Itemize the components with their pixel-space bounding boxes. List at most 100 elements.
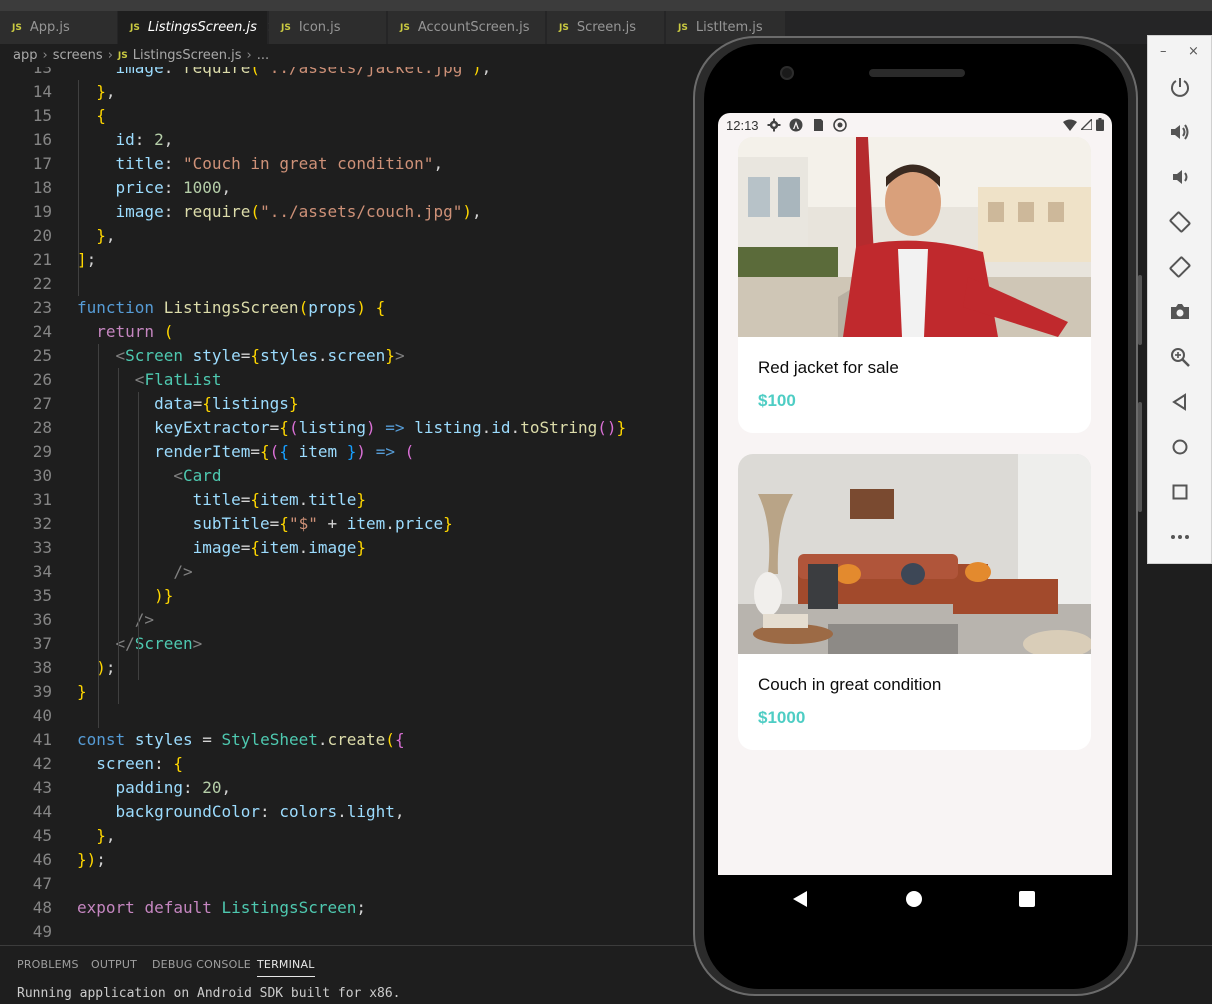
code-line[interactable]: 18 price: 1000,: [0, 176, 700, 200]
code-line[interactable]: 31 title={item.title}: [0, 488, 700, 512]
indent-guide: [98, 344, 99, 728]
code-line[interactable]: 38 );: [0, 656, 700, 680]
code-line[interactable]: 48 export default ListingsScreen;: [0, 896, 700, 920]
line-text: </Screen>: [115, 634, 203, 653]
code-line[interactable]: 26 <FlatList: [0, 368, 700, 392]
overview-icon[interactable]: [1019, 891, 1035, 907]
breadcrumb: app › screens › JS ListingsScreen.js › .…: [0, 44, 700, 67]
line-number: 41: [32, 730, 52, 749]
code-line[interactable]: 39}: [0, 680, 700, 704]
code-line[interactable]: 33 image={item.image}: [0, 536, 700, 560]
living-room-couch-photo: [738, 454, 1091, 654]
breadcrumb-item-screens[interactable]: screens: [53, 48, 103, 63]
sd-card-icon: [813, 119, 823, 131]
code-line[interactable]: 41 const styles = StyleSheet.create({: [0, 728, 700, 752]
home-icon[interactable]: [906, 891, 922, 907]
line-text: data={listings}: [154, 394, 299, 413]
tab-screen-js[interactable]: JS Screen.js: [547, 11, 665, 44]
back-icon[interactable]: [1168, 390, 1192, 414]
line-number: 28: [32, 418, 52, 437]
code-line[interactable]: 42 screen: {: [0, 752, 700, 776]
code-line[interactable]: 16 id: 2,: [0, 128, 700, 152]
status-bar: 12:13: [718, 113, 1112, 137]
indent-guide: [78, 80, 79, 296]
indent-guide: [138, 392, 139, 680]
breadcrumb-item-app[interactable]: app: [13, 48, 37, 63]
minimize-icon[interactable]: –: [1160, 44, 1167, 59]
code-line[interactable]: 47: [0, 872, 700, 896]
code-line[interactable]: 44 backgroundColor: colors.light,: [0, 800, 700, 824]
code-line[interactable]: 45 },: [0, 824, 700, 848]
code-line[interactable]: 46});: [0, 848, 700, 872]
code-line[interactable]: 29 renderItem={({ item }) => (: [0, 440, 700, 464]
code-line[interactable]: 24 return (: [0, 320, 700, 344]
tab-icon-js[interactable]: JS Icon.js: [269, 11, 387, 44]
device-screen[interactable]: 12:13 Red jacket for sale $100 Couch in …: [718, 113, 1112, 875]
listing-card[interactable]: Red jacket for sale $100: [738, 137, 1091, 433]
code-line[interactable]: 43 padding: 20,: [0, 776, 700, 800]
tab-listings-screen-js[interactable]: JS ListingsScreen.js ✕: [118, 11, 279, 44]
camera-icon[interactable]: [1168, 300, 1192, 324]
card-image: [738, 137, 1091, 337]
more-icon[interactable]: [1168, 525, 1192, 549]
code-line[interactable]: 34 />: [0, 560, 700, 584]
card-subtitle: $1000: [758, 708, 806, 727]
tab-terminal[interactable]: TERMINAL: [257, 958, 315, 977]
line-number: 43: [32, 778, 52, 797]
back-icon[interactable]: [793, 891, 807, 907]
rotate-left-icon[interactable]: [1168, 210, 1192, 234]
tab-label: AccountScreen.js: [417, 20, 530, 35]
code-line[interactable]: 15 {: [0, 104, 700, 128]
close-icon[interactable]: ×: [1188, 44, 1199, 59]
code-line[interactable]: 49: [0, 920, 700, 944]
line-text: },: [96, 826, 116, 845]
power-icon[interactable]: [1168, 75, 1192, 99]
tab-account-screen-js[interactable]: JS AccountScreen.js: [388, 11, 546, 44]
code-line[interactable]: 40: [0, 704, 700, 728]
rotate-right-icon[interactable]: [1168, 255, 1192, 279]
line-number: 27: [32, 394, 52, 413]
line-text: />: [134, 610, 155, 629]
code-line[interactable]: 36 />: [0, 608, 700, 632]
js-file-icon: JS: [12, 22, 22, 33]
tab-app-js[interactable]: JS App.js: [0, 11, 118, 44]
home-icon[interactable]: [1168, 435, 1192, 459]
tab-debug-console[interactable]: DEBUG CONSOLE: [152, 958, 251, 971]
code-line[interactable]: 19 image: require("../assets/couch.jpg")…: [0, 200, 700, 224]
line-number: 19: [32, 202, 52, 221]
code-line[interactable]: 23 function ListingsScreen(props) {: [0, 296, 700, 320]
code-line[interactable]: 22: [0, 272, 700, 296]
code-line[interactable]: 30 <Card: [0, 464, 700, 488]
listing-card[interactable]: Couch in great condition $1000: [738, 454, 1091, 750]
code-editor[interactable]: 13 image: require("../assets/jacket.jpg"…: [0, 67, 700, 945]
code-line[interactable]: 35 )}: [0, 584, 700, 608]
tab-problems[interactable]: PROBLEMS: [17, 958, 79, 971]
line-text: export default ListingsScreen;: [77, 898, 367, 917]
title-bar: [0, 0, 1212, 11]
code-line[interactable]: 20 },: [0, 224, 700, 248]
line-number: 37: [32, 634, 52, 653]
code-line[interactable]: 32 subTitle={"$" + item.price}: [0, 512, 700, 536]
card-image: [738, 454, 1091, 654]
code-line[interactable]: 25 <Screen style={styles.screen}>: [0, 344, 700, 368]
line-number: 36: [32, 610, 52, 629]
code-line[interactable]: 17 title: "Couch in great condition",: [0, 152, 700, 176]
line-text: renderItem={({ item }) => (: [154, 442, 415, 461]
volume-up-icon[interactable]: [1168, 120, 1192, 144]
overview-icon[interactable]: [1168, 480, 1192, 504]
line-text: price: 1000,: [115, 178, 232, 197]
code-line[interactable]: 27 data={listings}: [0, 392, 700, 416]
breadcrumb-item-symbol[interactable]: ...: [257, 48, 269, 63]
tab-output[interactable]: OUTPUT: [91, 958, 137, 971]
line-number: 31: [32, 490, 52, 509]
js-file-icon: JS: [559, 22, 569, 33]
zoom-icon[interactable]: [1168, 345, 1192, 369]
code-line[interactable]: 21];: [0, 248, 700, 272]
volume-down-icon[interactable]: [1168, 165, 1192, 189]
code-line[interactable]: 13 image: require("../assets/jacket.jpg"…: [0, 67, 700, 80]
breadcrumb-item-file[interactable]: ListingsScreen.js: [133, 48, 242, 63]
code-line[interactable]: 14 },: [0, 80, 700, 104]
code-line[interactable]: 28 keyExtractor={(listing) => listing.id…: [0, 416, 700, 440]
line-text: padding: 20,: [115, 778, 232, 797]
code-line[interactable]: 37 </Screen>: [0, 632, 700, 656]
